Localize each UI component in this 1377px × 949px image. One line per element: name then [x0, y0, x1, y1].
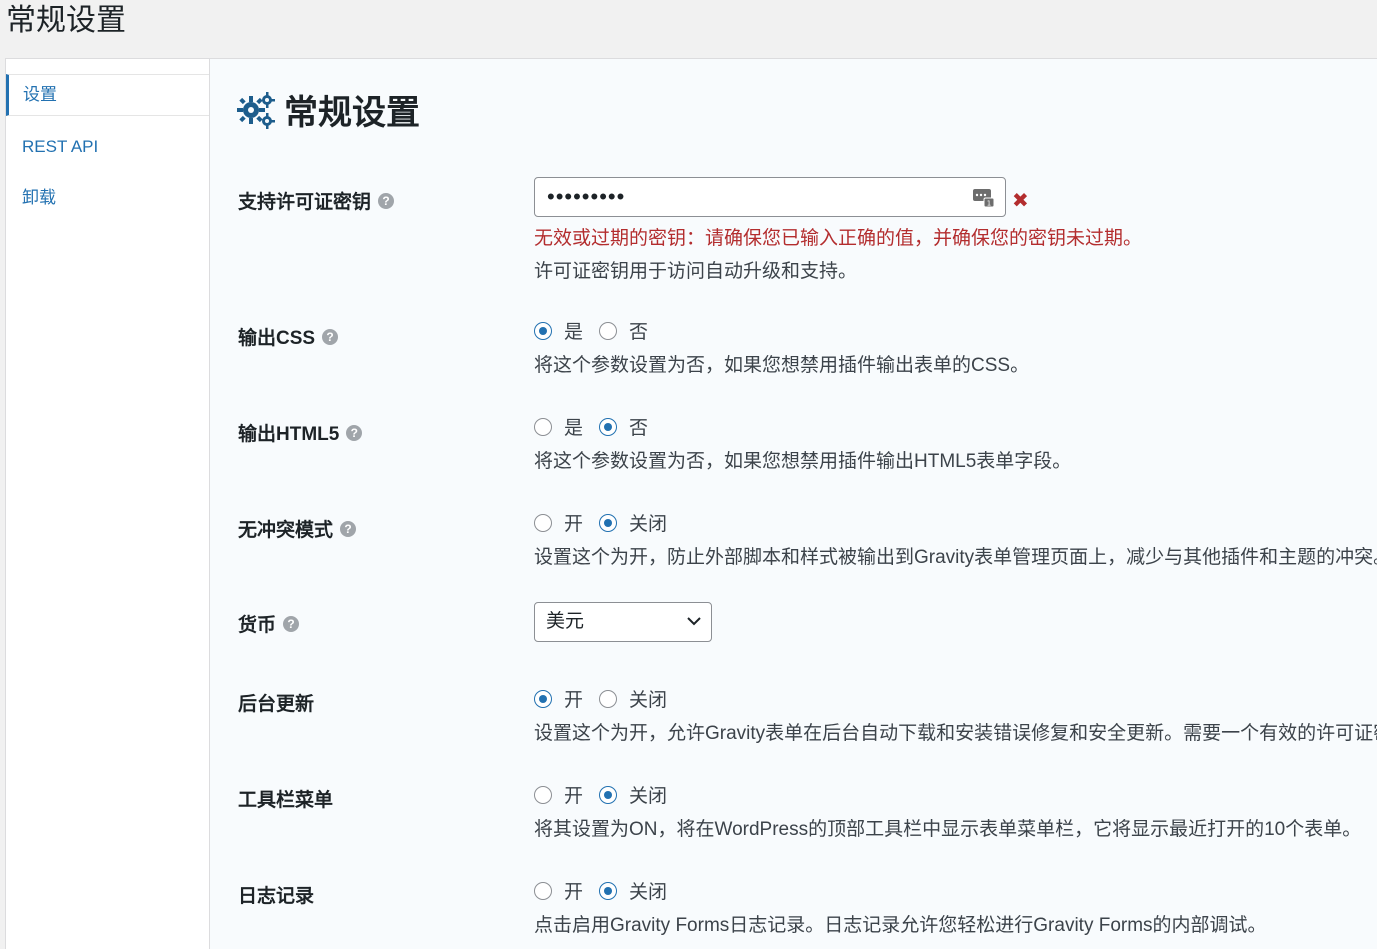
output-html5-no-label[interactable]: 否 [629, 413, 648, 440]
logging-on-label[interactable]: 开 [564, 877, 583, 904]
license-error: 无效或过期的密钥：请确保您已输入正确的值，并确保您的密钥未过期。 [534, 228, 1143, 249]
no-conflict-on-label[interactable]: 开 [564, 509, 583, 536]
output-html5-radio-yes[interactable] [534, 417, 552, 436]
output-html5-label: 输出HTML5 ? [238, 419, 363, 446]
background-updates-desc: 设置这个为开，允许Gravity表单在后台自动下载和安装错误修复和安全更新。需要… [534, 723, 1377, 744]
currency-selected: 美元 [546, 611, 585, 632]
no-conflict-off-label[interactable]: 关闭 [629, 509, 667, 536]
background-updates-radio-off[interactable] [599, 689, 618, 708]
license-field: ••••••••• 1 ✖ 无效或过期的密钥：请确保您已输入正确的值，并确保您的… [534, 177, 1142, 283]
logging-desc: 点击启用Gravity Forms日志记录。日志记录允许您轻松进行Gravity… [534, 915, 1267, 936]
section-title-text: 常规设置 [284, 94, 420, 132]
toolbar-menu-field: 开 关闭 将其设置为ON，将在WordPress的顶部工具栏中显示表单菜单栏，它… [534, 781, 1361, 841]
background-updates-label: 后台更新 [238, 689, 314, 716]
sidebar-item-rest-api[interactable]: REST API [6, 127, 209, 167]
logging-label-text: 日志记录 [238, 886, 315, 907]
toolbar-menu-desc: 将其设置为ON，将在WordPress的顶部工具栏中显示表单菜单栏，它将显示最近… [534, 819, 1362, 840]
output-css-label-text: 输出CSS [238, 328, 316, 349]
output-html5-field: 是 否 将这个参数设置为否，如果您想禁用插件输出HTML5表单字段。 [534, 413, 1071, 473]
toolbar-menu-label-text: 工具栏菜单 [238, 790, 334, 811]
settings-wrap: 设置 REST API 卸载 常规设置 支持许可证密钥 ? ••••••••• … [5, 58, 1377, 949]
toolbar-menu-radio-off[interactable] [599, 785, 618, 804]
background-updates-label-text: 后台更新 [238, 694, 315, 715]
logging-radio-off[interactable] [599, 881, 618, 900]
gears-icon [237, 91, 275, 129]
currency-label-text: 货币 [238, 615, 277, 636]
no-conflict-radio-on[interactable] [534, 513, 552, 532]
output-css-label: 输出CSS ? [238, 323, 339, 350]
settings-sidebar: 设置 REST API 卸载 [6, 59, 210, 949]
help-icon[interactable]: ? [340, 520, 357, 537]
invalid-key-icon: ✖ [1012, 190, 1029, 212]
output-css-radio-no[interactable] [599, 321, 618, 340]
help-icon[interactable]: ? [378, 192, 395, 209]
output-html5-radios: 是 否 [534, 413, 1071, 440]
toolbar-menu-radios: 开 关闭 [534, 781, 1361, 808]
help-icon[interactable]: ? [322, 328, 339, 345]
sidebar-item-settings[interactable]: 设置 [6, 74, 209, 116]
license-label-text: 支持许可证密钥 [238, 192, 372, 213]
output-html5-radio-no[interactable] [599, 417, 618, 436]
no-conflict-desc: 设置这个为开，防止外部脚本和样式被输出到Gravity表单管理页面上，减少与其他… [534, 547, 1377, 568]
toolbar-menu-radio-on[interactable] [534, 785, 552, 804]
toolbar-menu-on-label[interactable]: 开 [564, 781, 583, 808]
license-key-input[interactable]: ••••••••• 1 [534, 177, 1006, 217]
background-updates-radio-on[interactable] [534, 689, 552, 708]
toolbar-menu-off-label[interactable]: 关闭 [629, 781, 667, 808]
sidebar-item-uninstall[interactable]: 卸载 [6, 178, 209, 218]
chevron-down-icon [687, 617, 701, 626]
help-icon[interactable]: ? [346, 424, 363, 441]
license-label: 支持许可证密钥 ? [238, 187, 395, 214]
currency-field: 美元 [534, 602, 712, 642]
output-css-field: 是 否 将这个参数设置为否，如果您想禁用插件输出表单的CSS。 [534, 317, 1029, 377]
logging-field: 开 关闭 点击启用Gravity Forms日志记录。日志记录允许您轻松进行Gr… [534, 877, 1267, 937]
no-conflict-label-text: 无冲突模式 [238, 520, 334, 541]
logging-off-label[interactable]: 关闭 [629, 877, 667, 904]
logging-radios: 开 关闭 [534, 877, 1267, 904]
output-html5-desc: 将这个参数设置为否，如果您想禁用插件输出HTML5表单字段。 [534, 451, 1072, 472]
settings-content: 常规设置 支持许可证密钥 ? ••••••••• 1 ✖ 无效或过期的密钥：请确… [210, 59, 1377, 949]
license-desc: 许可证密钥用于访问自动升级和支持。 [534, 261, 858, 282]
output-css-radios: 是 否 [534, 317, 1029, 344]
background-updates-field: 开 关闭 设置这个为开，允许Gravity表单在后台自动下载和安装错误修复和安全… [534, 685, 1377, 745]
output-css-yes-label[interactable]: 是 [564, 317, 583, 344]
toolbar-menu-label: 工具栏菜单 [238, 785, 333, 812]
background-updates-radios: 开 关闭 [534, 685, 1377, 712]
license-key-value: ••••••••• [547, 184, 626, 209]
output-css-no-label[interactable]: 否 [629, 317, 648, 344]
section-title: 常规设置 [236, 85, 420, 134]
background-updates-off-label[interactable]: 关闭 [629, 685, 667, 712]
no-conflict-radios: 开 关闭 [534, 509, 1377, 536]
help-icon[interactable]: ? [283, 615, 300, 632]
logging-radio-on[interactable] [534, 881, 552, 900]
no-conflict-field: 开 关闭 设置这个为开，防止外部脚本和样式被输出到Gravity表单管理页面上，… [534, 509, 1377, 569]
no-conflict-label: 无冲突模式 ? [238, 515, 357, 542]
output-css-radio-yes[interactable] [534, 321, 552, 340]
output-html5-label-text: 输出HTML5 [238, 424, 340, 445]
logging-label: 日志记录 [238, 881, 314, 908]
svg-text:1: 1 [987, 200, 991, 208]
password-manager-icon[interactable]: 1 [973, 187, 995, 207]
background-updates-on-label[interactable]: 开 [564, 685, 583, 712]
output-css-desc: 将这个参数设置为否，如果您想禁用插件输出表单的CSS。 [534, 355, 1030, 376]
page-heading: 常规设置 [6, 4, 126, 37]
currency-label: 货币 ? [238, 610, 300, 637]
no-conflict-radio-off[interactable] [599, 513, 618, 532]
output-html5-yes-label[interactable]: 是 [564, 413, 583, 440]
currency-select[interactable]: 美元 [534, 602, 712, 642]
